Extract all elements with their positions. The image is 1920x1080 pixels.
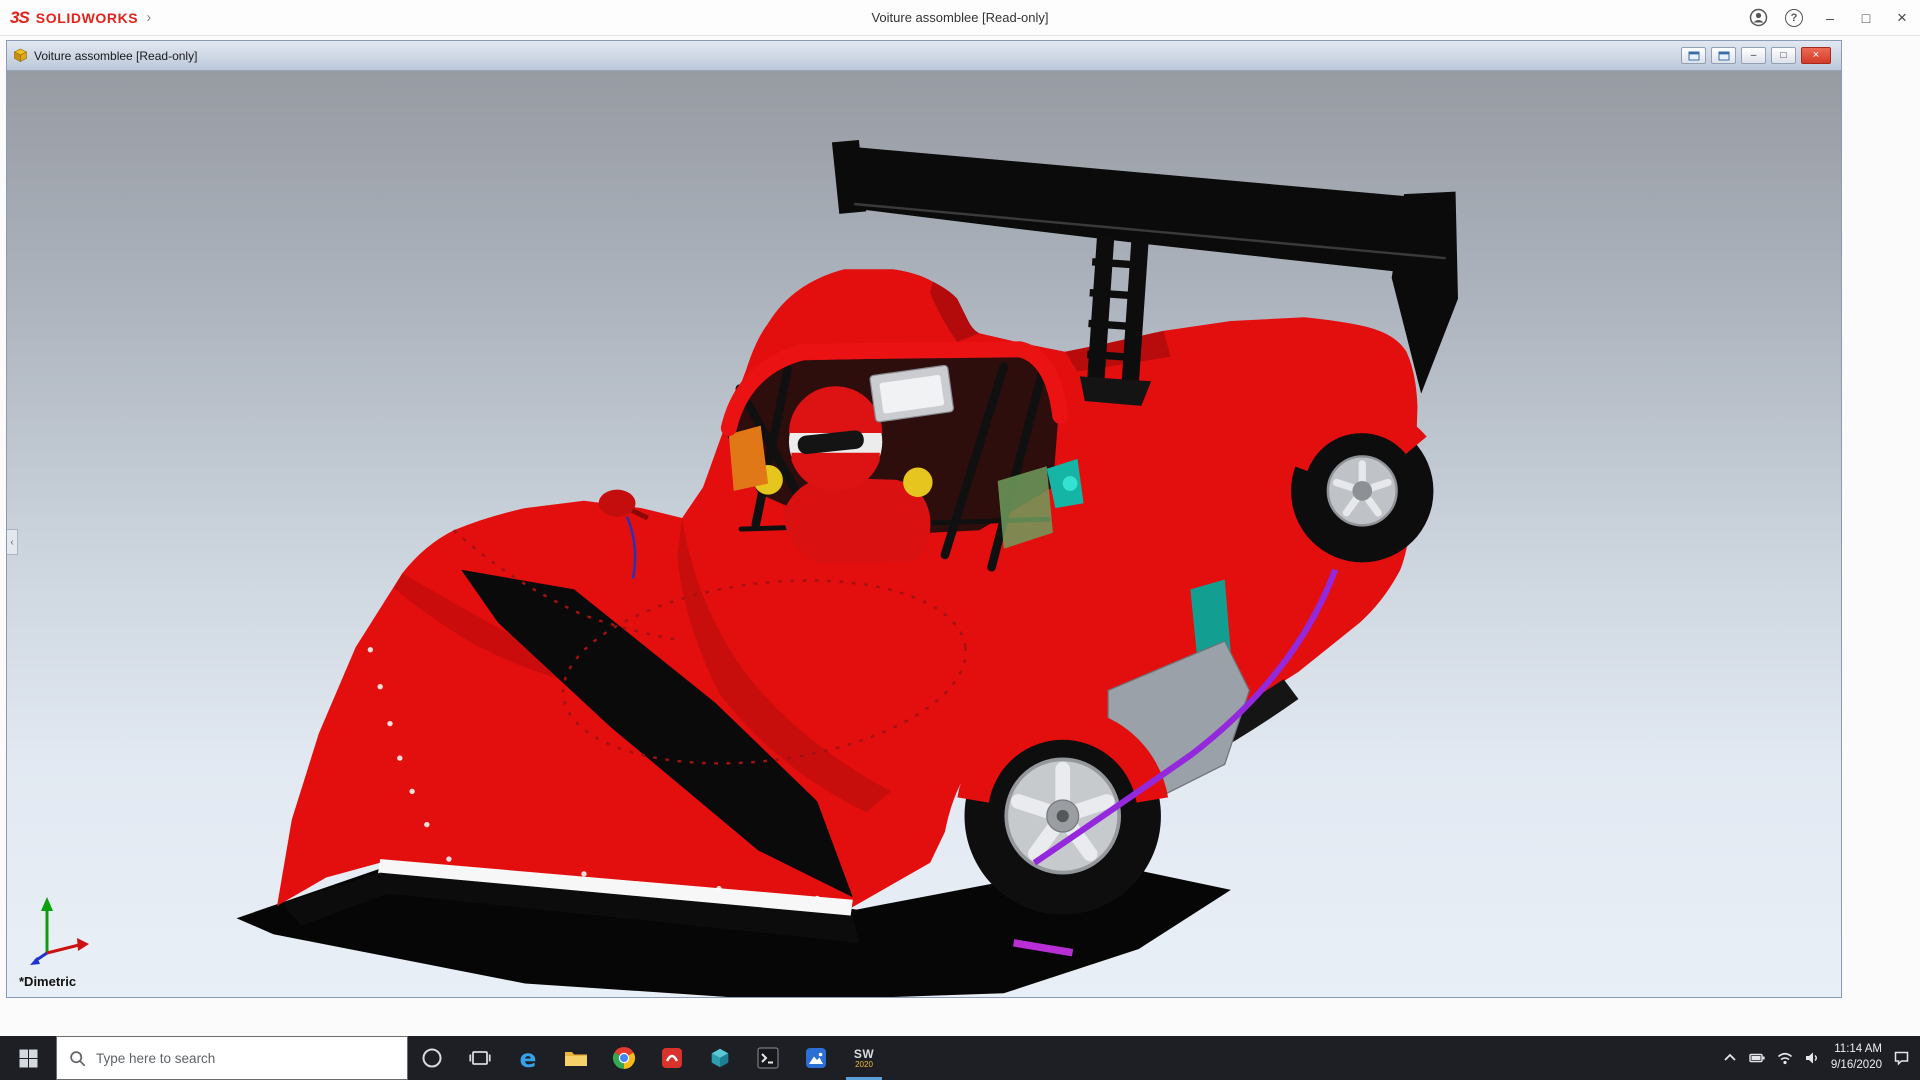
- windows-logo-icon: [19, 1049, 38, 1068]
- command-prompt-button[interactable]: [744, 1036, 792, 1080]
- command-prompt-icon: [757, 1047, 779, 1069]
- mdi-workspace: Voiture assomblee [Read-only]: [0, 37, 1920, 1036]
- taskbar-search[interactable]: [56, 1036, 408, 1080]
- app-button-red[interactable]: [648, 1036, 696, 1080]
- battery-button[interactable]: [1749, 1050, 1766, 1066]
- panel-collapse-tab[interactable]: ‹: [7, 529, 18, 555]
- help-button[interactable]: ?: [1776, 0, 1812, 35]
- edge-icon: e: [520, 1046, 537, 1071]
- driver-shoulder-right: [903, 468, 932, 498]
- window-pane-icon: [1688, 51, 1700, 61]
- account-icon: [1749, 8, 1768, 27]
- clock-time: 11:14 AM: [1831, 1042, 1882, 1058]
- app-icon-red: [661, 1047, 683, 1069]
- document-window: Voiture assomblee [Read-only]: [6, 40, 1842, 998]
- app-titlebar: 3S SOLIDWORKS › Voiture assomblee [Read-…: [0, 0, 1920, 36]
- accent-teal-dot: [1063, 476, 1078, 491]
- search-icon: [69, 1050, 86, 1067]
- tray-expand-button[interactable]: [1722, 1050, 1738, 1066]
- solidworks-2020-icon: SW 2020: [854, 1048, 874, 1069]
- notifications-button[interactable]: [1893, 1050, 1910, 1066]
- maximize-button[interactable]: □: [1848, 0, 1884, 35]
- clock-date: 9/16/2020: [1831, 1058, 1882, 1074]
- app-title: Voiture assomblee [Read-only]: [0, 10, 1920, 25]
- chrome-icon: [611, 1045, 637, 1071]
- menu-expand-arrow-icon[interactable]: ›: [146, 9, 151, 26]
- solidworks-2020-button[interactable]: SW 2020: [840, 1036, 888, 1080]
- task-view-button[interactable]: [456, 1036, 504, 1080]
- app-button-blue[interactable]: [792, 1036, 840, 1080]
- doc-restore-button[interactable]: □: [1771, 47, 1796, 64]
- graphics-viewport[interactable]: ‹ *Dimetric: [7, 71, 1841, 997]
- network-button[interactable]: [1777, 1050, 1793, 1066]
- speaker-icon: [1804, 1050, 1820, 1066]
- minimize-button[interactable]: –: [1812, 0, 1848, 35]
- cortana-button[interactable]: [408, 1036, 456, 1080]
- account-button[interactable]: [1740, 0, 1776, 35]
- task-view-icon: [469, 1047, 491, 1069]
- volume-button[interactable]: [1804, 1050, 1820, 1066]
- doc-close-button[interactable]: ×: [1801, 47, 1831, 64]
- chevron-up-icon: [1722, 1050, 1738, 1066]
- start-button[interactable]: [0, 1036, 56, 1080]
- document-titlebar: Voiture assomblee [Read-only]: [7, 41, 1841, 71]
- doc-layout-button-2[interactable]: [1711, 47, 1736, 64]
- doc-layout-button-1[interactable]: [1681, 47, 1706, 64]
- system-tray: 11:14 AM 9/16/2020: [1722, 1036, 1920, 1080]
- screen: 3S SOLIDWORKS › Voiture assomblee [Read-…: [0, 0, 1920, 1080]
- model-canvas[interactable]: [7, 71, 1841, 997]
- edge-button[interactable]: e: [504, 1036, 552, 1080]
- file-explorer-icon: [564, 1048, 588, 1068]
- solidworks-app-button[interactable]: [696, 1036, 744, 1080]
- app-icon-blue: [805, 1047, 827, 1069]
- solidworks-logo-mark: 3S: [10, 8, 29, 28]
- document-title: Voiture assomblee [Read-only]: [34, 49, 197, 63]
- rollhoop-camera[interactable]: [870, 365, 954, 422]
- taskbar-clock[interactable]: 11:14 AM 9/16/2020: [1831, 1042, 1882, 1073]
- help-icon: ?: [1785, 9, 1803, 27]
- close-button[interactable]: ×: [1884, 0, 1920, 35]
- driver-helmet[interactable]: [789, 386, 882, 492]
- solidworks-logo: 3S SOLIDWORKS: [10, 8, 138, 28]
- view-orientation-label: *Dimetric: [19, 974, 76, 989]
- window-pane-icon: [1718, 51, 1730, 61]
- chrome-button[interactable]: [600, 1036, 648, 1080]
- cortana-icon: [421, 1047, 443, 1069]
- doc-minimize-button[interactable]: –: [1741, 47, 1766, 64]
- orientation-triad: [27, 895, 91, 965]
- battery-icon: [1749, 1050, 1766, 1066]
- side-mirror[interactable]: [599, 490, 648, 518]
- action-center-icon: [1893, 1050, 1910, 1066]
- file-explorer-button[interactable]: [552, 1036, 600, 1080]
- search-input[interactable]: [96, 1051, 395, 1066]
- solidworks-app-icon: [708, 1046, 732, 1070]
- assembly-cube-icon: [13, 48, 28, 63]
- windows-taskbar: e: [0, 1036, 1920, 1080]
- wifi-icon: [1777, 1050, 1793, 1066]
- solidworks-logo-text: SOLIDWORKS: [36, 10, 138, 26]
